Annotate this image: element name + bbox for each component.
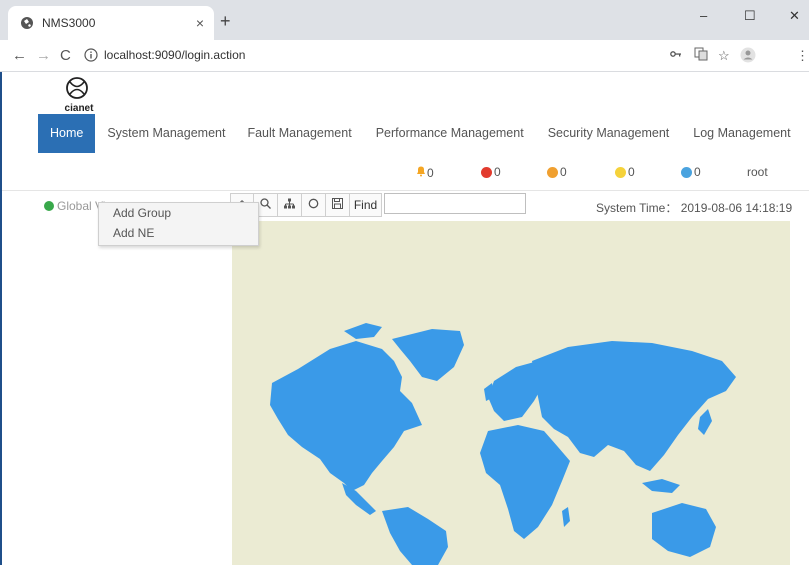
north-america-shape	[270, 341, 422, 491]
context-menu-add-ne[interactable]: Add NE	[99, 223, 258, 243]
new-tab-icon[interactable]: +	[220, 11, 231, 31]
alarm-count: 0	[427, 165, 434, 180]
alarm-count: 0	[694, 165, 701, 179]
alarm-count: 0	[560, 165, 567, 179]
globe-icon	[20, 16, 34, 30]
browser-tab[interactable]: NMS3000 ×	[8, 6, 214, 40]
bell-icon	[415, 165, 427, 180]
indonesia-shape	[642, 479, 680, 493]
zoom-icon	[260, 198, 271, 212]
address-bar: ← → C localhost:9090/login.action ☆ ⋮	[0, 40, 809, 72]
topology-layout-button[interactable]	[278, 193, 302, 217]
circle-icon	[308, 198, 319, 212]
hierarchy-icon	[284, 198, 295, 212]
madagascar-shape	[562, 507, 570, 527]
warning-alarm-icon	[681, 166, 692, 178]
menu-security-management[interactable]: Security Management	[536, 114, 682, 153]
divider	[2, 190, 809, 191]
menu-log-management[interactable]: Log Management	[681, 114, 802, 153]
world-map-graphic	[270, 323, 736, 565]
globe-node-icon	[44, 201, 54, 211]
find-button[interactable]: Find	[350, 193, 382, 217]
world-map[interactable]	[232, 221, 790, 565]
critical-alarm-icon	[481, 166, 492, 178]
africa-shape	[480, 425, 570, 539]
major-alarm-icon	[547, 166, 558, 178]
star-icon[interactable]: ☆	[718, 47, 730, 65]
reload-icon[interactable]: C	[60, 47, 71, 65]
minimize-icon[interactable]: –	[700, 8, 707, 24]
profile-avatar-icon[interactable]	[740, 47, 756, 68]
arctic-islands-shape	[344, 323, 382, 339]
context-menu-add-group[interactable]: Add Group	[99, 203, 258, 223]
logo-text: cianet	[64, 103, 94, 114]
alarm-critical[interactable]: 0	[481, 165, 501, 179]
australia-shape	[652, 503, 716, 557]
alarm-summary: 0 0 0 0 0 root	[2, 165, 809, 183]
info-icon[interactable]	[84, 48, 98, 62]
window-close-icon[interactable]: ✕	[789, 8, 800, 24]
alarm-count: 0	[628, 165, 635, 179]
current-user[interactable]: root	[747, 165, 768, 179]
minor-alarm-icon	[615, 166, 626, 178]
tab-title: NMS3000	[42, 16, 96, 30]
alarm-count: 0	[494, 165, 501, 179]
alarm-major[interactable]: 0	[547, 165, 567, 179]
menu-home[interactable]: Home	[38, 114, 96, 153]
greenland-shape	[392, 329, 464, 381]
save-button[interactable]	[326, 193, 350, 217]
forward-arrow-icon[interactable]: →	[36, 47, 51, 65]
topology-toolbar: ⌃ Find	[230, 193, 526, 217]
translate-icon[interactable]	[694, 47, 708, 66]
menu-system-management[interactable]: System Management	[95, 114, 237, 153]
central-america-shape	[342, 483, 376, 515]
key-icon[interactable]	[670, 47, 682, 65]
maximize-icon[interactable]: ☐	[744, 8, 756, 24]
back-arrow-icon[interactable]: ←	[12, 47, 27, 65]
asia-shape	[532, 341, 736, 471]
system-time-label: System Time：	[596, 201, 678, 215]
menu-fault-management[interactable]: Fault Management	[237, 114, 363, 153]
find-input[interactable]	[384, 193, 526, 214]
south-america-shape	[382, 507, 448, 565]
menu-performance-management[interactable]: Performance Management	[364, 114, 536, 153]
context-menu: Add Group Add NE	[98, 202, 259, 246]
alarm-bell[interactable]: 0	[415, 165, 434, 180]
circle-layout-button[interactable]	[302, 193, 326, 217]
alarm-minor[interactable]: 0	[615, 165, 635, 179]
system-time-value: 2019-08-06 14:18:19	[680, 201, 793, 215]
save-icon	[332, 198, 343, 212]
browser-tab-bar: NMS3000 × + – ☐ ✕	[0, 0, 809, 40]
app-frame: cianet Home System Management Fault Mana…	[0, 72, 809, 565]
tab-close-icon[interactable]: ×	[196, 15, 204, 31]
more-menu-icon[interactable]: ⋮	[796, 47, 809, 65]
system-time: System Time： 2019-08-06 14:18:19	[596, 199, 792, 216]
url-field[interactable]: localhost:9090/login.action	[104, 48, 245, 62]
japan-shape	[698, 409, 712, 435]
main-menu: Home System Management Fault Management …	[38, 114, 803, 153]
alarm-warning[interactable]: 0	[681, 165, 701, 179]
